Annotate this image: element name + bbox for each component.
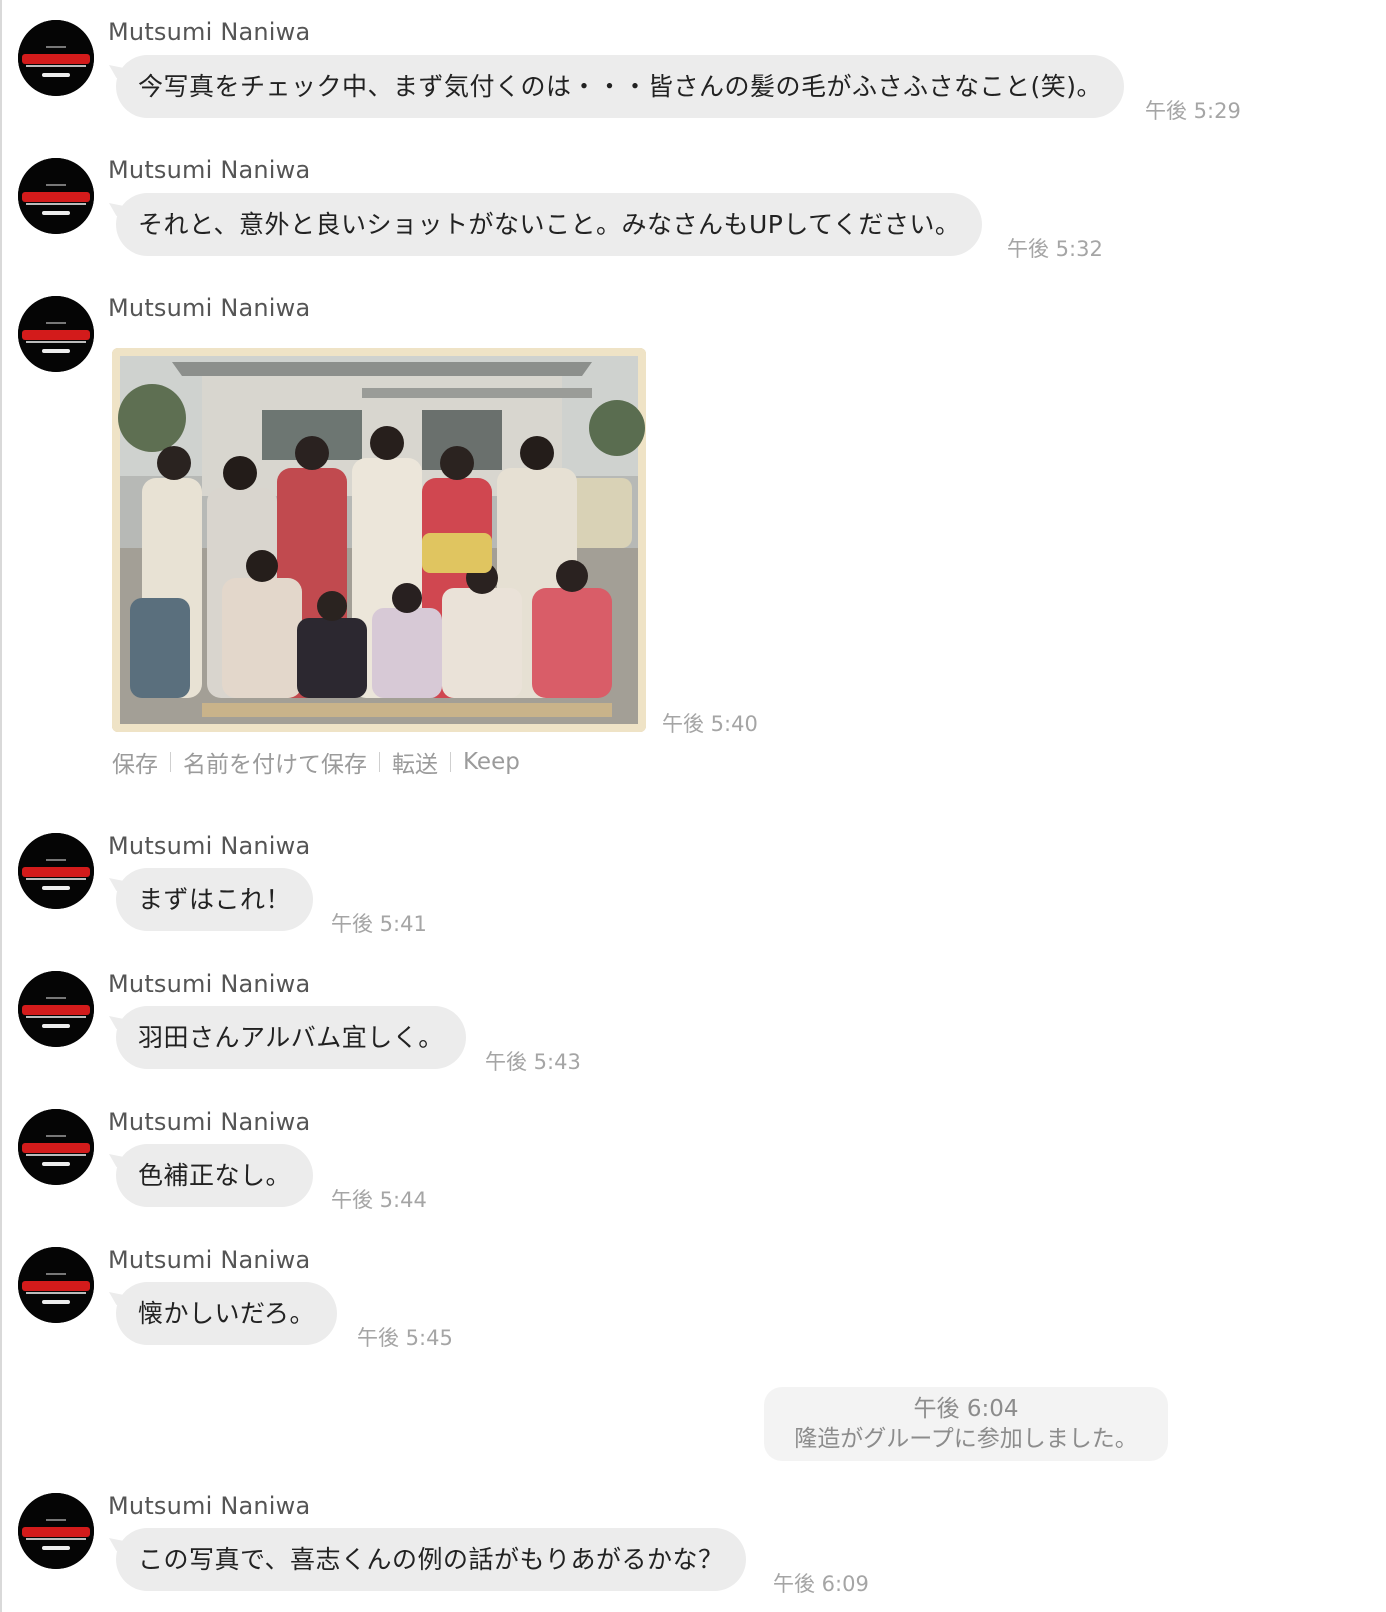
- sender-name: Mutsumi Naniwa: [108, 156, 311, 184]
- sender-name: Mutsumi Naniwa: [108, 1246, 311, 1274]
- sender-name: Mutsumi Naniwa: [108, 1492, 311, 1520]
- sender-name: Mutsumi Naniwa: [108, 832, 311, 860]
- car-logo-icon: [18, 833, 94, 909]
- message-bubble[interactable]: 懐かしいだろ。: [116, 1282, 338, 1345]
- message-bubble[interactable]: それと、意外と良いショットがないこと。みなさんもUPしてください。: [116, 193, 983, 256]
- sender-name: Mutsumi Naniwa: [108, 970, 311, 998]
- avatar[interactable]: [18, 833, 94, 909]
- avatar[interactable]: [18, 971, 94, 1047]
- divider: [450, 752, 451, 772]
- system-notice-time: 午後 6:04: [913, 1396, 1019, 1422]
- save-link[interactable]: 保存: [112, 745, 158, 779]
- avatar[interactable]: [18, 158, 94, 234]
- shared-photo[interactable]: [112, 348, 646, 732]
- message-time: 午後 6:09: [773, 1572, 869, 1596]
- message-time: 午後 5:29: [1145, 99, 1241, 123]
- message-time: 午後 5:45: [357, 1326, 453, 1350]
- photo-actions: 保存 名前を付けて保存 転送 Keep: [112, 745, 520, 779]
- car-logo-icon: [18, 1109, 94, 1185]
- message-time: 午後 5:40: [662, 712, 758, 736]
- system-notice: 午後 6:04 隆造がグループに参加しました。: [764, 1387, 1168, 1461]
- car-logo-icon: [18, 971, 94, 1047]
- avatar[interactable]: [18, 20, 94, 96]
- group-photo-image: [112, 348, 646, 732]
- avatar[interactable]: [18, 1493, 94, 1569]
- message-bubble[interactable]: 羽田さんアルバム宜しく。: [116, 1006, 466, 1069]
- car-logo-icon: [18, 296, 94, 372]
- message-time: 午後 5:43: [485, 1050, 581, 1074]
- message-time: 午後 5:32: [1007, 237, 1103, 261]
- system-notice-text: 隆造がグループに参加しました。: [794, 1426, 1138, 1452]
- divider: [170, 752, 171, 772]
- message-time: 午後 5:41: [331, 912, 427, 936]
- avatar[interactable]: [18, 296, 94, 372]
- message-bubble[interactable]: 今写真をチェック中、まず気付くのは・・・皆さんの髪の毛がふさふさなこと(笑)。: [116, 55, 1125, 118]
- save-as-link[interactable]: 名前を付けて保存: [183, 745, 367, 779]
- forward-link[interactable]: 転送: [392, 745, 438, 779]
- avatar[interactable]: [18, 1247, 94, 1323]
- sender-name: Mutsumi Naniwa: [108, 294, 311, 322]
- car-logo-icon: [18, 20, 94, 96]
- sender-name: Mutsumi Naniwa: [108, 18, 311, 46]
- message-bubble[interactable]: 色補正なし。: [116, 1144, 314, 1207]
- car-logo-icon: [18, 1493, 94, 1569]
- window-left-edge: [0, 0, 2, 1612]
- message-bubble[interactable]: この写真で、喜志くんの例の話がもりあがるかな？: [116, 1528, 746, 1591]
- divider: [379, 752, 380, 772]
- keep-link[interactable]: Keep: [463, 749, 520, 775]
- car-logo-icon: [18, 158, 94, 234]
- message-bubble[interactable]: まずはこれ！: [116, 868, 314, 931]
- car-logo-icon: [18, 1247, 94, 1323]
- message-time: 午後 5:44: [331, 1188, 427, 1212]
- avatar[interactable]: [18, 1109, 94, 1185]
- sender-name: Mutsumi Naniwa: [108, 1108, 311, 1136]
